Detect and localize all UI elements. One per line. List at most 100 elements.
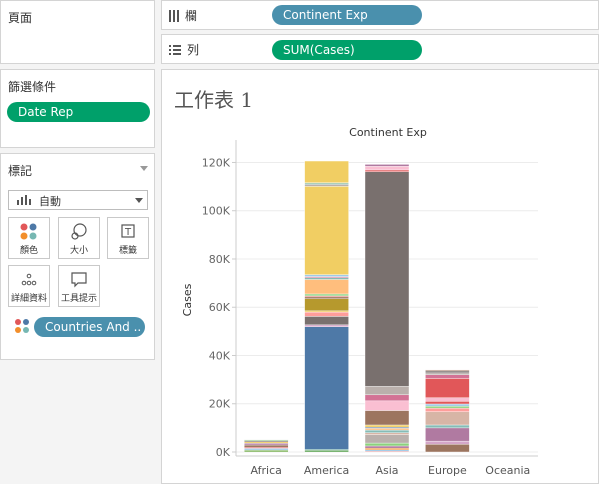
bar-segment — [243, 444, 289, 448]
tooltip-button-label: 工具提示 — [60, 294, 97, 304]
bar-chart-icon — [17, 195, 31, 205]
pages-panel-title: 頁面 — [8, 11, 33, 25]
rows-shelf[interactable]: 列 SUM(Cases) — [161, 34, 599, 64]
bar-segment — [425, 372, 470, 375]
bar-segment — [364, 445, 410, 449]
bar-segment — [243, 448, 289, 451]
bar-segment — [425, 405, 470, 409]
y-tick-label: 0K — [216, 446, 231, 459]
countries-color-pill[interactable]: Countries And .. — [34, 317, 145, 337]
x-tick-label: Asia — [375, 464, 398, 477]
bar-segment — [364, 442, 410, 447]
bar-segment — [364, 169, 410, 172]
worksheet-area[interactable]: 工作表 1 Continent Exp Cases 0K 20K 40K 60K 80K 10… — [161, 69, 599, 484]
marks-panel-collapse-icon[interactable] — [140, 166, 148, 171]
y-tick-label: 80K — [209, 253, 231, 266]
bar-segment — [364, 449, 410, 452]
bar-segment — [425, 374, 470, 379]
date-rep-filter-pill[interactable]: Date Rep — [7, 102, 150, 122]
bar-segment — [304, 186, 349, 275]
svg-text:T: T — [124, 227, 132, 238]
bar-segment — [364, 432, 410, 435]
bar-segment — [425, 397, 470, 402]
columns-shelf-text: 欄 — [185, 9, 198, 23]
bar-segment — [243, 441, 289, 444]
x-tick-label: America — [304, 464, 349, 477]
bar-segment — [304, 326, 349, 450]
x-tick-label: Oceania — [485, 464, 530, 477]
filters-panel[interactable]: 篩選條件 Date Rep — [0, 69, 155, 148]
bar-segment — [304, 274, 349, 277]
bar-segment — [364, 386, 410, 396]
tooltip-button[interactable]: 工具提示 — [58, 265, 100, 307]
marks-panel[interactable]: 標記 自動 顏色 大小 T 標籤 詳細資料 工具提示 Countries And… — [0, 153, 155, 360]
bar-segment — [304, 296, 349, 299]
bar-segment — [243, 443, 289, 446]
color-button[interactable]: 顏色 — [8, 217, 50, 259]
bar-segment — [364, 410, 410, 426]
detail-dots-icon — [21, 273, 37, 286]
columns-shelf-label: 欄 — [169, 7, 197, 24]
bar-segment — [364, 428, 410, 431]
mark-type-value: 自動 — [39, 195, 61, 208]
y-tick-label: 40K — [209, 349, 231, 362]
bar-segment — [364, 394, 410, 402]
y-axis-label: Cases — [181, 283, 194, 316]
columns-shelf[interactable]: 欄 Continent Exp — [161, 0, 599, 30]
bar-segment — [243, 449, 289, 453]
bar-segment — [425, 370, 470, 374]
size-button-label: 大小 — [69, 246, 88, 256]
tooltip-icon — [71, 272, 87, 288]
mark-type-dropdown[interactable]: 自動 — [8, 190, 148, 210]
bar-segment — [425, 440, 470, 445]
bar-segment — [304, 298, 349, 312]
bar-segment — [425, 407, 470, 412]
bar-segment — [364, 400, 410, 411]
bar-segment — [304, 160, 349, 183]
label-button[interactable]: T 標籤 — [107, 217, 149, 259]
bar-segment — [425, 369, 470, 372]
x-tick-label: Africa — [251, 464, 282, 477]
columns-icon — [169, 9, 179, 22]
size-button[interactable]: 大小 — [58, 217, 100, 259]
chart-title: Continent Exp — [349, 126, 427, 139]
text-label-icon: T — [121, 224, 135, 238]
bar-segment — [364, 447, 410, 451]
bar-segment — [364, 166, 410, 171]
bar-segment — [425, 444, 470, 453]
color-dots-icon — [15, 319, 29, 333]
detail-button[interactable]: 詳細資料 — [8, 265, 50, 307]
bar-segment — [364, 171, 410, 387]
bar-segment — [243, 439, 289, 441]
bar-segment — [304, 184, 349, 187]
y-tick-label: 60K — [209, 301, 231, 314]
rows-shelf-label: 列 — [169, 41, 199, 58]
bar-segment — [304, 277, 349, 280]
bar-segment — [304, 324, 349, 327]
bar-segment — [364, 164, 410, 167]
y-tick-label: 100K — [202, 205, 231, 218]
bar-segment — [304, 450, 349, 453]
bar-segment — [425, 401, 470, 405]
rows-shelf-text: 列 — [187, 43, 200, 57]
y-tick-label: 20K — [209, 398, 231, 411]
color-button-label: 顏色 — [19, 246, 38, 256]
bar-segment — [364, 434, 410, 444]
y-tick-label: 120K — [202, 156, 231, 169]
x-tick-label: Europe — [428, 464, 467, 477]
stacked-bar-chart[interactable]: Continent Exp Cases 0K 20K 40K 60K 80K 100K 120K… — [162, 70, 598, 483]
bar-segment — [425, 424, 470, 429]
bar-segment — [364, 429, 410, 433]
bar-segment — [425, 427, 470, 442]
marks-panel-title: 標記 — [8, 164, 33, 178]
bar-segment — [304, 311, 349, 317]
filters-panel-title: 篩選條件 — [8, 80, 57, 94]
bar-segment — [425, 411, 470, 426]
color-dots-icon — [20, 223, 37, 240]
sum-cases-pill[interactable]: SUM(Cases) — [272, 40, 422, 60]
pages-panel[interactable]: 頁面 — [0, 0, 155, 64]
label-button-label: 標籤 — [118, 246, 137, 256]
bar-segment — [425, 403, 470, 407]
continent-exp-pill[interactable]: Continent Exp — [272, 5, 422, 25]
bar-segment — [304, 279, 349, 295]
